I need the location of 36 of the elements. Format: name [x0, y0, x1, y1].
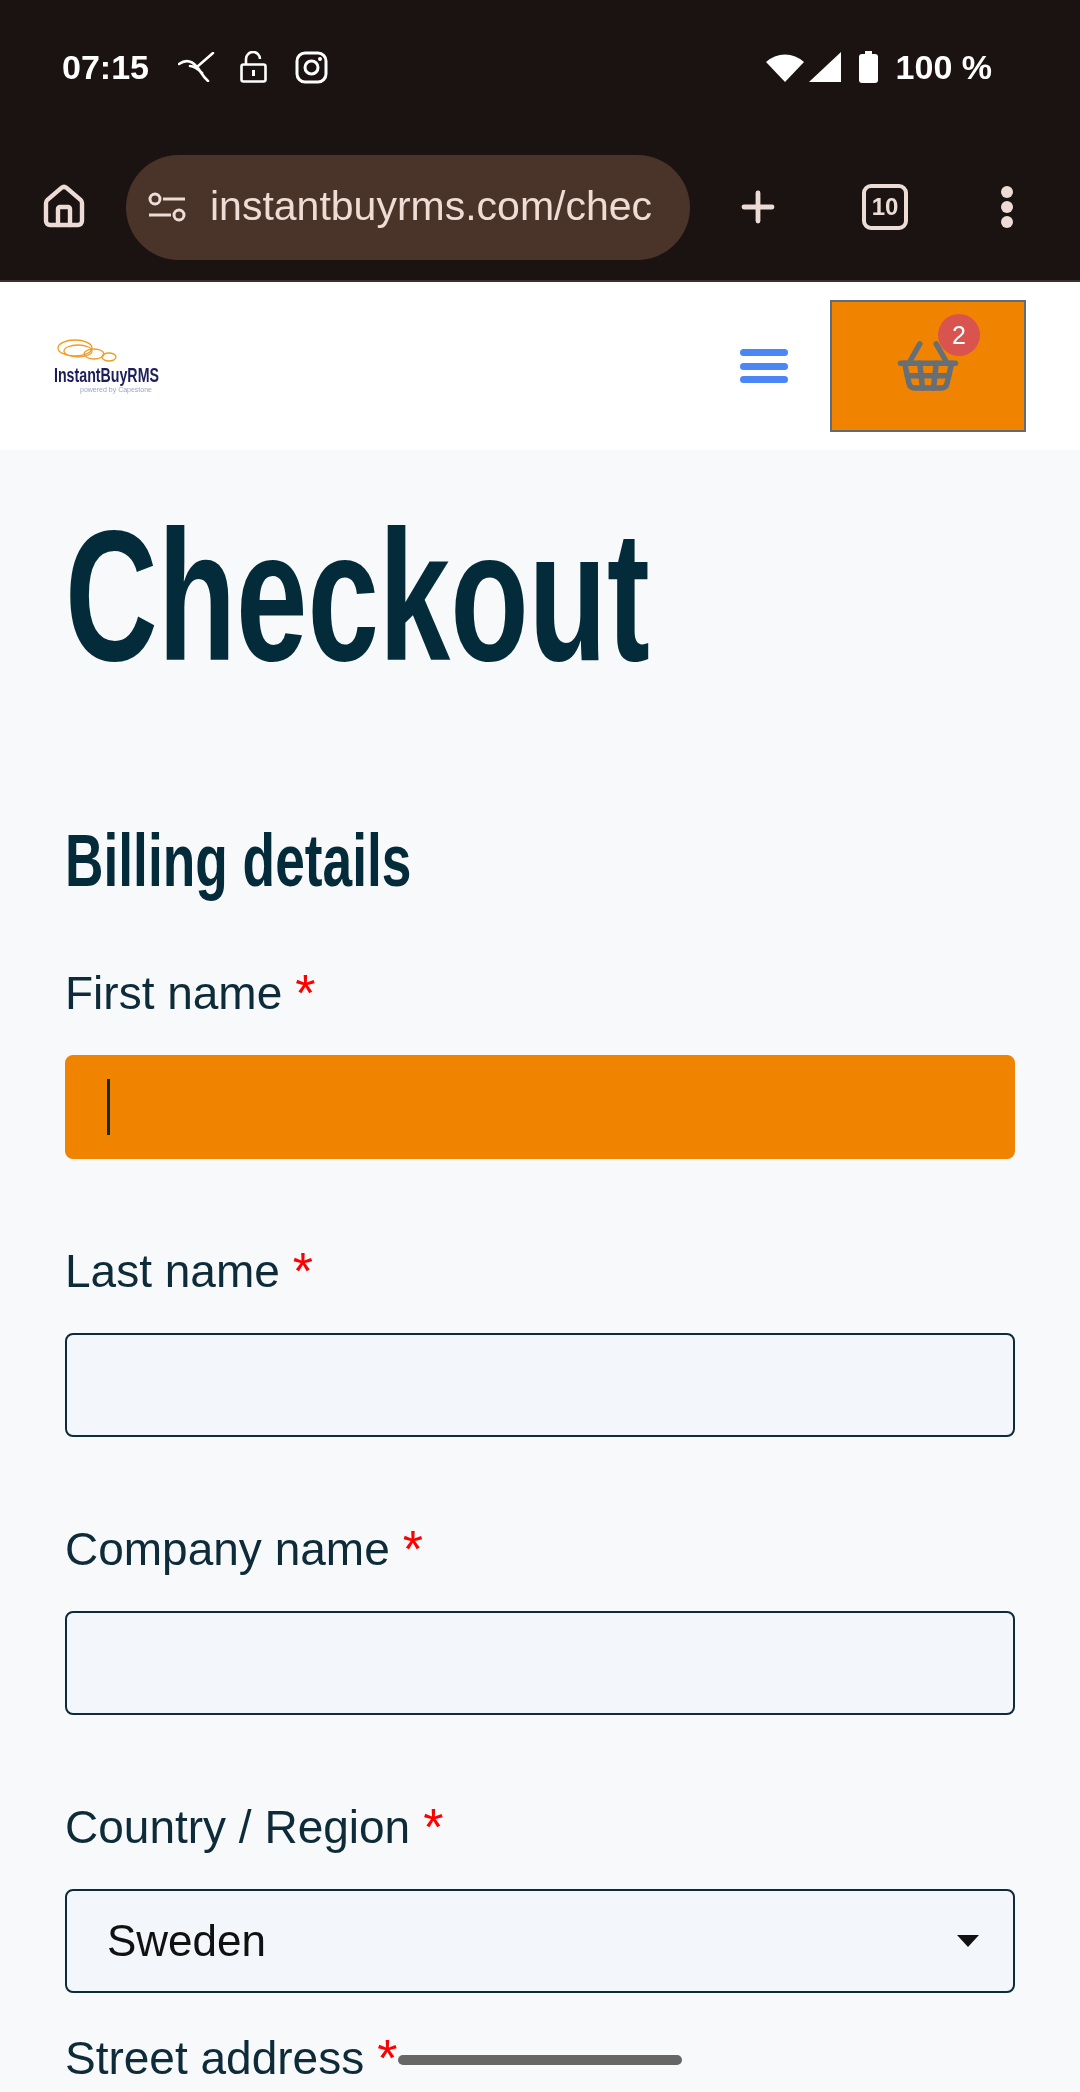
text-input[interactable]	[65, 1611, 1015, 1715]
more-vertical-icon	[1000, 185, 1014, 229]
text-input[interactable]	[65, 1333, 1015, 1437]
page-title: Checkout	[65, 503, 650, 689]
address-bar[interactable]: instantbuyrms.com/chec	[126, 154, 690, 260]
field-label: Street address	[65, 2031, 365, 2086]
required-mark: *	[423, 1800, 444, 1855]
cart-button[interactable]: 2	[830, 300, 1026, 432]
tune-icon[interactable]	[148, 191, 186, 223]
required-mark: *	[292, 1244, 314, 1299]
field-label: Company name	[65, 1522, 390, 1577]
required-mark: *	[377, 2031, 398, 2086]
field-label: Country / Region	[65, 1800, 411, 1855]
lock-open-icon	[239, 51, 267, 83]
text-input[interactable]	[65, 1055, 1015, 1159]
text-cursor	[107, 1079, 110, 1135]
cart-count-badge: 2	[938, 314, 980, 356]
required-mark: *	[295, 966, 316, 1021]
country-select[interactable]: Sweden	[65, 1889, 1015, 1993]
wifi-icon	[764, 52, 805, 82]
url-text: instantbuyrms.com/chec	[210, 182, 653, 232]
required-mark: *	[402, 1522, 423, 1577]
logo-wordmark[interactable]: InstantBuyRMS	[54, 364, 159, 386]
caret-down-icon	[957, 1935, 979, 1947]
tab-switcher-button[interactable]: 10	[862, 184, 908, 230]
signal-icon	[808, 52, 841, 82]
menu-button[interactable]	[740, 349, 788, 383]
field-label: First name	[65, 966, 283, 1021]
swoosh-icon	[177, 52, 215, 82]
field-label: Last name	[65, 1244, 280, 1299]
battery-percent: 100 %	[895, 46, 992, 88]
more-menu-button[interactable]	[1000, 185, 1014, 229]
camera-icon	[294, 50, 328, 84]
logo-rings-icon	[56, 338, 118, 364]
status-time: 07:15	[62, 46, 149, 88]
battery-icon	[858, 51, 878, 83]
